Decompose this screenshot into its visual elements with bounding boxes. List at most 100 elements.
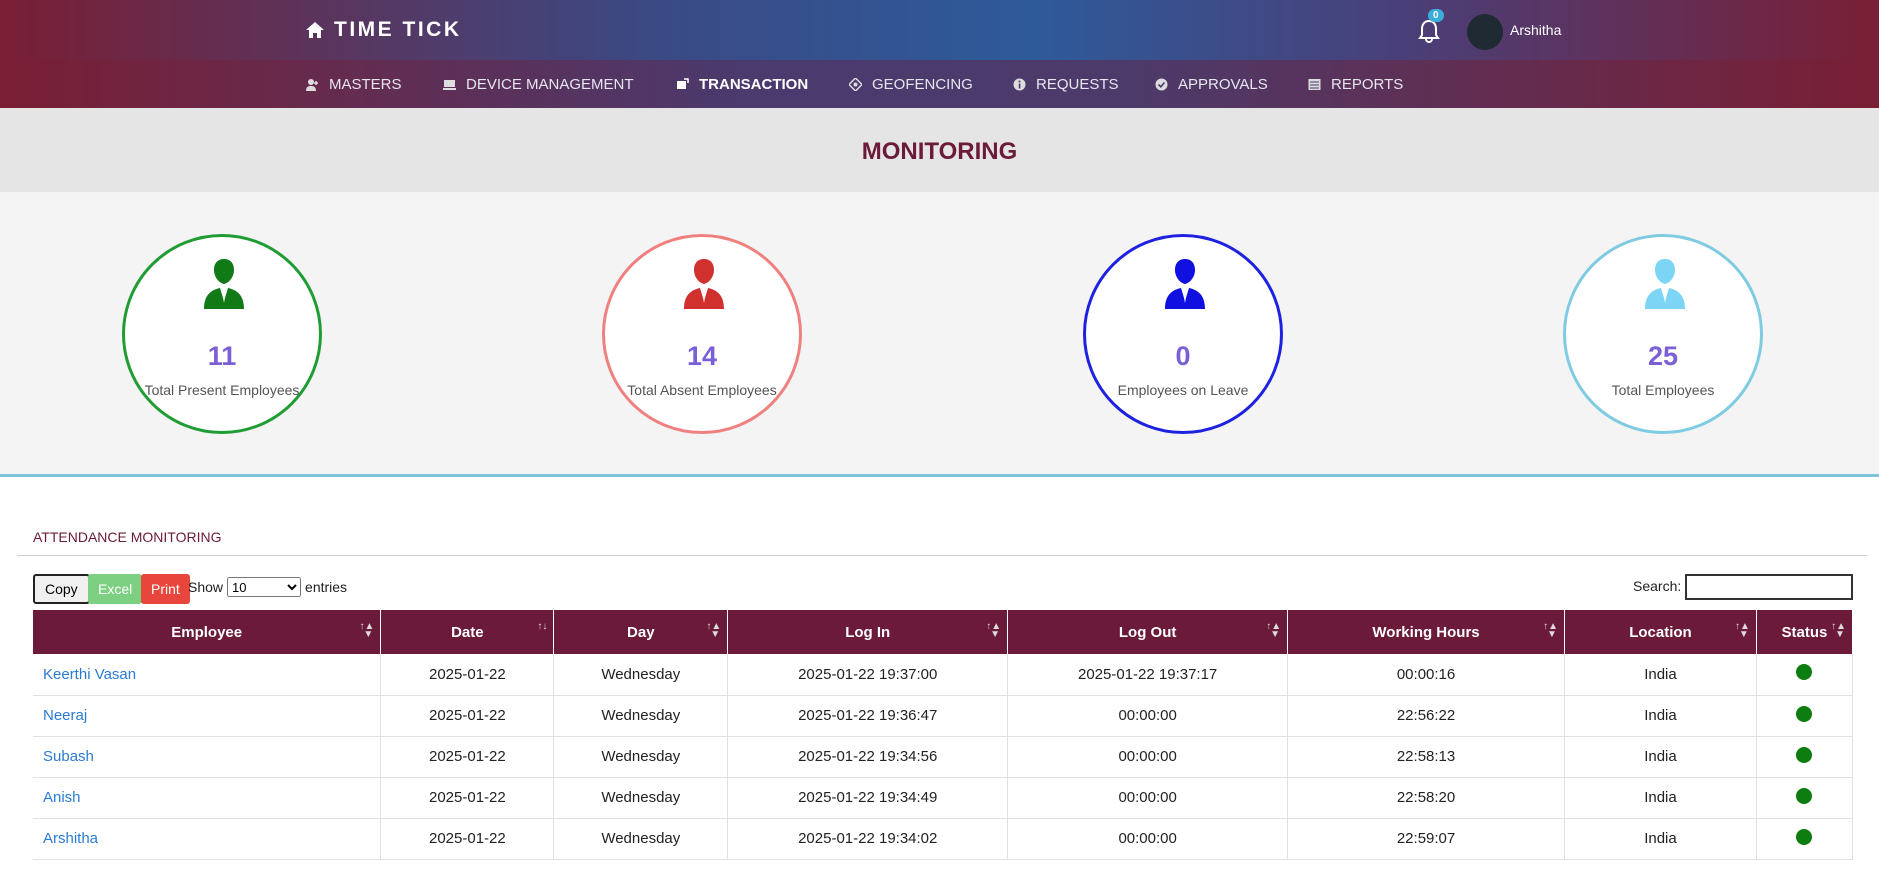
column-label: Log Out bbox=[1118, 623, 1177, 641]
column-header-status[interactable]: Status ↑▲ ▼ bbox=[1756, 610, 1854, 654]
report-icon bbox=[1308, 79, 1321, 90]
working-hours-cell: 00:00:16 bbox=[1287, 654, 1565, 696]
status-cell bbox=[1756, 818, 1854, 860]
stat-label: Total Present Employees bbox=[144, 382, 300, 398]
log-in-cell: 2025-01-22 19:34:56 bbox=[727, 736, 1009, 778]
show-label: Show bbox=[188, 579, 224, 595]
sort-desc-icon: ↑↓ bbox=[537, 621, 548, 632]
sort-icon: ↑▲ ▼ bbox=[359, 621, 375, 640]
nav-reports[interactable]: REPORTS bbox=[1308, 76, 1403, 93]
table-row: Arshitha 2025-01-22 Wednesday 2025-01-22… bbox=[33, 818, 1854, 860]
column-label: Day bbox=[627, 623, 655, 641]
notification-count-badge: 0 bbox=[1428, 9, 1444, 22]
nav-label: MASTERS bbox=[329, 76, 402, 93]
column-header-date[interactable]: Date ↑↓ bbox=[380, 610, 555, 654]
working-hours-cell: 22:56:22 bbox=[1287, 695, 1565, 737]
log-out-cell: 00:00:00 bbox=[1007, 818, 1289, 860]
column-label: Log In bbox=[845, 623, 891, 641]
stat-card-present: 11 Total Present Employees bbox=[122, 234, 322, 434]
sort-icon: ↑▲ ▼ bbox=[706, 621, 722, 640]
location-cell: India bbox=[1564, 654, 1757, 696]
log-in-cell: 2025-01-22 19:34:49 bbox=[727, 777, 1009, 819]
status-cell bbox=[1756, 777, 1854, 819]
table-body: Keerthi Vasan 2025-01-22 Wednesday 2025-… bbox=[33, 654, 1854, 860]
page-title: MONITORING bbox=[861, 138, 1018, 165]
column-header-day[interactable]: Day ↑▲ ▼ bbox=[553, 610, 729, 654]
nav-label: TRANSACTION bbox=[699, 76, 809, 93]
employee-link[interactable]: Subash bbox=[33, 736, 382, 778]
page-length-control: Show 10 entries bbox=[188, 577, 347, 597]
log-out-cell: 00:00:00 bbox=[1007, 695, 1289, 737]
exchange-icon bbox=[677, 78, 689, 89]
table-row: Anish 2025-01-22 Wednesday 2025-01-22 19… bbox=[33, 777, 1854, 819]
excel-button[interactable]: Excel bbox=[88, 574, 143, 604]
table-row: Subash 2025-01-22 Wednesday 2025-01-22 1… bbox=[33, 736, 1854, 778]
column-header-log-in[interactable]: Log In ↑▲ ▼ bbox=[727, 610, 1009, 654]
status-dot bbox=[1796, 664, 1813, 681]
header-row: Employee ↑▲ ▼ Date ↑↓ Day ↑▲ ▼ Log In ↑▲ ▼ L… bbox=[33, 610, 1854, 654]
log-in-cell: 2025-01-22 19:37:00 bbox=[727, 654, 1009, 696]
status-dot bbox=[1796, 746, 1813, 763]
print-button[interactable]: Print bbox=[141, 574, 190, 604]
stat-label: Total Employees bbox=[1611, 382, 1715, 398]
stat-card-leave: 0 Employees on Leave bbox=[1083, 234, 1283, 434]
location-cell: India bbox=[1564, 736, 1757, 778]
nav-requests[interactable]: REQUESTS bbox=[1013, 76, 1119, 93]
location-cell: India bbox=[1564, 777, 1757, 819]
nav-transaction[interactable]: TRANSACTION bbox=[676, 76, 808, 93]
column-header-employee[interactable]: Employee ↑▲ ▼ bbox=[33, 610, 382, 654]
column-label: Employee bbox=[171, 623, 243, 641]
sort-icon: ↑▲ ▼ bbox=[1543, 621, 1558, 640]
employee-link[interactable]: Arshitha bbox=[33, 818, 382, 860]
search-label: Search: bbox=[1633, 578, 1682, 594]
date-cell: 2025-01-22 bbox=[380, 818, 555, 860]
sort-icon: ↑▲ ▼ bbox=[1266, 621, 1282, 640]
log-in-cell: 2025-01-22 19:34:02 bbox=[727, 818, 1009, 860]
date-cell: 2025-01-22 bbox=[380, 695, 555, 737]
working-hours-cell: 22:58:13 bbox=[1287, 736, 1565, 778]
log-out-cell: 00:00:00 bbox=[1007, 777, 1289, 819]
column-header-working-hours[interactable]: Working Hours ↑▲ ▼ bbox=[1287, 610, 1565, 654]
column-label: Location bbox=[1629, 623, 1692, 641]
status-dot bbox=[1796, 787, 1813, 804]
nav-device-management[interactable]: DEVICE MANAGEMENT bbox=[443, 76, 634, 93]
location-icon bbox=[849, 78, 862, 91]
employee-link[interactable]: Neeraj bbox=[33, 695, 382, 737]
log-out-cell: 2025-01-22 19:37:17 bbox=[1007, 654, 1289, 696]
employee-link[interactable]: Keerthi Vasan bbox=[33, 654, 382, 696]
stat-value: 25 bbox=[1647, 341, 1679, 371]
brand[interactable]: TIME TICK bbox=[306, 18, 462, 42]
sort-icon: ↑▲ ▼ bbox=[986, 621, 1002, 640]
user-name[interactable]: Arshitha bbox=[1510, 22, 1561, 38]
column-label: Working Hours bbox=[1372, 623, 1480, 641]
stat-label: Employees on Leave bbox=[1117, 382, 1249, 398]
location-cell: India bbox=[1564, 818, 1757, 860]
nav-approvals[interactable]: APPROVALS bbox=[1155, 76, 1268, 93]
check-circle-icon bbox=[1155, 78, 1168, 91]
column-header-log-out[interactable]: Log Out ↑▲ ▼ bbox=[1007, 610, 1289, 654]
date-cell: 2025-01-22 bbox=[380, 777, 555, 819]
stat-card-total: 25 Total Employees bbox=[1563, 234, 1763, 434]
employee-link[interactable]: Anish bbox=[33, 777, 382, 819]
user-add-icon bbox=[306, 79, 318, 91]
day-cell: Wednesday bbox=[553, 818, 729, 860]
sort-icon: ↑▲ ▼ bbox=[1735, 621, 1750, 640]
info-icon bbox=[1013, 78, 1026, 91]
nav-masters[interactable]: MASTERS bbox=[306, 76, 402, 93]
search-input[interactable] bbox=[1685, 574, 1853, 600]
brand-name: TIME TICK bbox=[334, 18, 462, 41]
day-cell: Wednesday bbox=[553, 736, 729, 778]
stat-value: 0 bbox=[1175, 341, 1191, 371]
log-out-cell: 00:00:00 bbox=[1007, 736, 1289, 778]
nav-geofencing[interactable]: GEOFENCING bbox=[849, 76, 973, 93]
attendance-table: Employee ↑▲ ▼ Date ↑↓ Day ↑▲ ▼ Log In ↑▲ ▼ L… bbox=[33, 610, 1854, 860]
nav-label: REPORTS bbox=[1331, 76, 1404, 93]
page-length-select[interactable]: 10 bbox=[227, 577, 302, 597]
top-header: TIME TICK 0 Arshitha bbox=[0, 0, 1879, 60]
copy-button[interactable]: Copy bbox=[33, 574, 90, 604]
title-bar: MONITORING bbox=[0, 108, 1879, 192]
employee-icon bbox=[1645, 259, 1685, 309]
avatar[interactable] bbox=[1467, 14, 1503, 50]
column-header-location[interactable]: Location ↑▲ ▼ bbox=[1564, 610, 1757, 654]
sort-icon: ↑▲ ▼ bbox=[1831, 621, 1846, 640]
